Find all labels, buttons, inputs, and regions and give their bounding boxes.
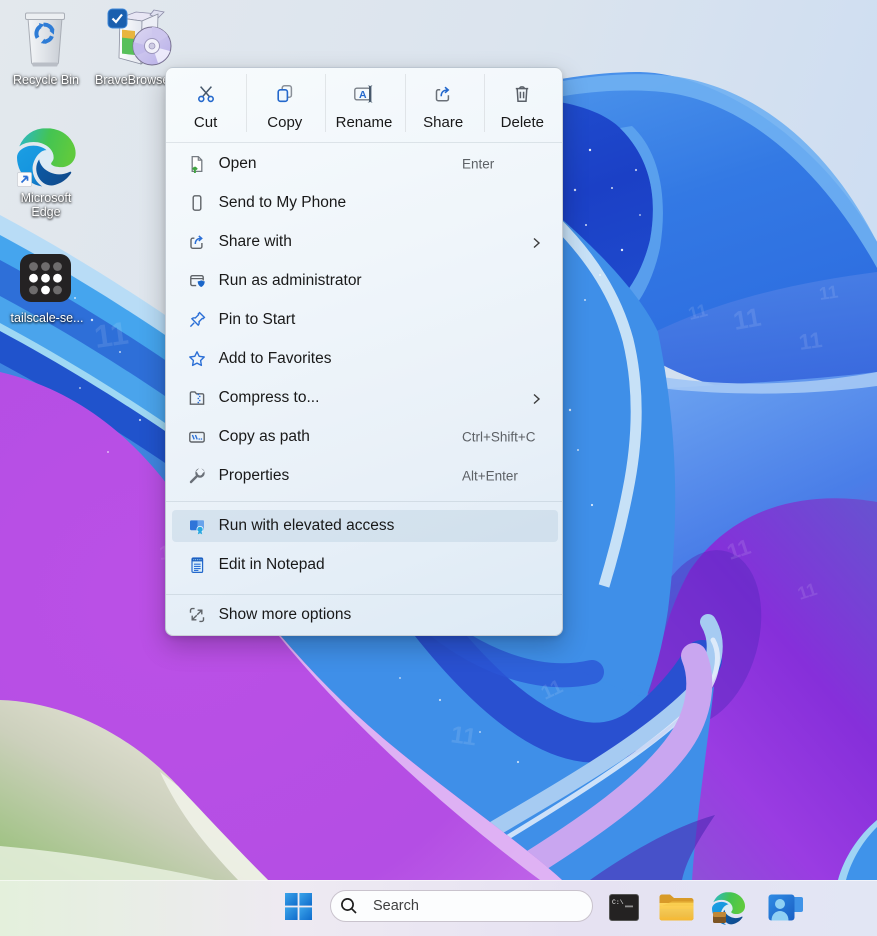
- svg-text:A: A: [359, 89, 367, 101]
- svg-text:11: 11: [818, 282, 840, 304]
- svg-text:11: 11: [797, 327, 824, 355]
- svg-text:C:\: C:\: [612, 899, 624, 906]
- svg-text:11: 11: [449, 721, 478, 751]
- svg-text:11: 11: [92, 315, 131, 355]
- svg-text:11: 11: [731, 302, 763, 336]
